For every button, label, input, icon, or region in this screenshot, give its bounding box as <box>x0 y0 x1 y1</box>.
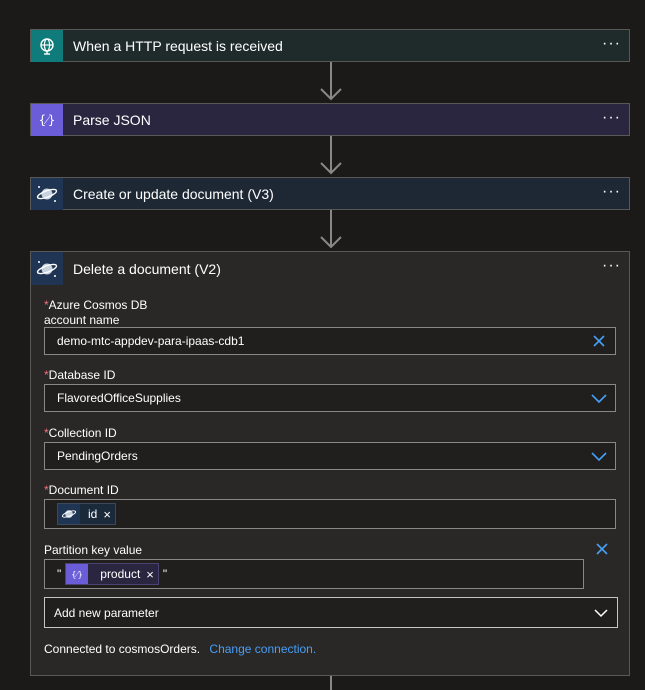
more-options-button[interactable]: ··· <box>602 258 621 274</box>
step-header[interactable]: Delete a document (V2) ··· <box>31 252 629 285</box>
clear-icon[interactable] <box>594 541 610 557</box>
quote-char: " <box>162 567 168 581</box>
account-name-field[interactable]: demo-mtc-appdev-para-ipaas-cdb1 <box>44 327 616 355</box>
svg-text:{⁄}: {⁄} <box>72 569 83 579</box>
connector-line <box>330 676 332 690</box>
database-id-value: FlavoredOfficeSupplies <box>57 391 181 405</box>
add-parameter-label: Add new parameter <box>54 605 159 620</box>
add-new-parameter-dropdown[interactable]: Add new parameter <box>44 597 618 628</box>
cosmos-db-icon <box>58 504 80 524</box>
more-options-button[interactable]: ··· <box>602 36 621 52</box>
chevron-down-icon <box>594 609 608 618</box>
document-id-label: *Document ID <box>44 483 119 497</box>
remove-token-button[interactable]: × <box>146 567 154 582</box>
token-label: product <box>100 567 141 581</box>
collection-id-value: PendingOrders <box>57 449 138 463</box>
database-id-dropdown[interactable]: FlavoredOfficeSupplies <box>44 384 616 412</box>
connector-arrow-icon <box>320 88 342 101</box>
step-title: Delete a document (V2) <box>73 260 221 277</box>
step-parse-json[interactable]: {⁄} Parse JSON ··· <box>30 103 630 136</box>
step-http-trigger[interactable]: When a HTTP request is received ··· <box>30 29 630 62</box>
cosmos-db-icon <box>31 252 63 285</box>
token-label: id <box>88 507 98 521</box>
remove-token-button[interactable]: × <box>103 507 111 522</box>
connector-arrow-icon <box>320 236 342 249</box>
connected-text: Connected to cosmosOrders. <box>44 642 201 656</box>
partition-key-label: Partition key value <box>44 543 143 557</box>
step-delete-document: Delete a document (V2) ··· *Azure Cosmos… <box>30 251 630 676</box>
account-name-value: demo-mtc-appdev-para-ipaas-cdb1 <box>57 334 245 348</box>
connection-footer: Connected to cosmosOrders. Change connec… <box>44 642 316 656</box>
step-create-update-document[interactable]: Create or update document (V3) ··· <box>30 177 630 210</box>
partition-key-field[interactable]: " {⁄} product × " <box>44 559 584 589</box>
document-id-field[interactable]: id × <box>44 499 616 529</box>
account-name-label: *Azure Cosmos DB account name <box>44 298 148 327</box>
clear-icon[interactable] <box>591 333 607 349</box>
collection-id-label: *Collection ID <box>44 426 117 440</box>
svg-text:{⁄}: {⁄} <box>39 113 55 127</box>
step-title: Create or update document (V3) <box>73 186 274 202</box>
dynamic-content-token[interactable]: id × <box>57 503 116 525</box>
connector-arrow-icon <box>320 162 342 175</box>
more-options-button[interactable]: ··· <box>602 110 621 126</box>
chevron-down-icon <box>591 394 607 404</box>
more-options-button[interactable]: ··· <box>602 184 621 200</box>
dynamic-content-token[interactable]: {⁄} product × <box>65 563 159 585</box>
step-title: When a HTTP request is received <box>73 38 283 54</box>
http-request-icon <box>31 30 63 62</box>
quote-char: " <box>57 567 62 581</box>
chevron-down-icon <box>591 452 607 462</box>
parse-json-icon: {⁄} <box>66 564 89 584</box>
parse-json-icon: {⁄} <box>31 104 63 136</box>
cosmos-db-icon <box>31 178 63 210</box>
change-connection-link[interactable]: Change connection. <box>209 642 316 656</box>
collection-id-dropdown[interactable]: PendingOrders <box>44 442 616 470</box>
step-title: Parse JSON <box>73 112 151 128</box>
database-id-label: *Database ID <box>44 368 116 382</box>
